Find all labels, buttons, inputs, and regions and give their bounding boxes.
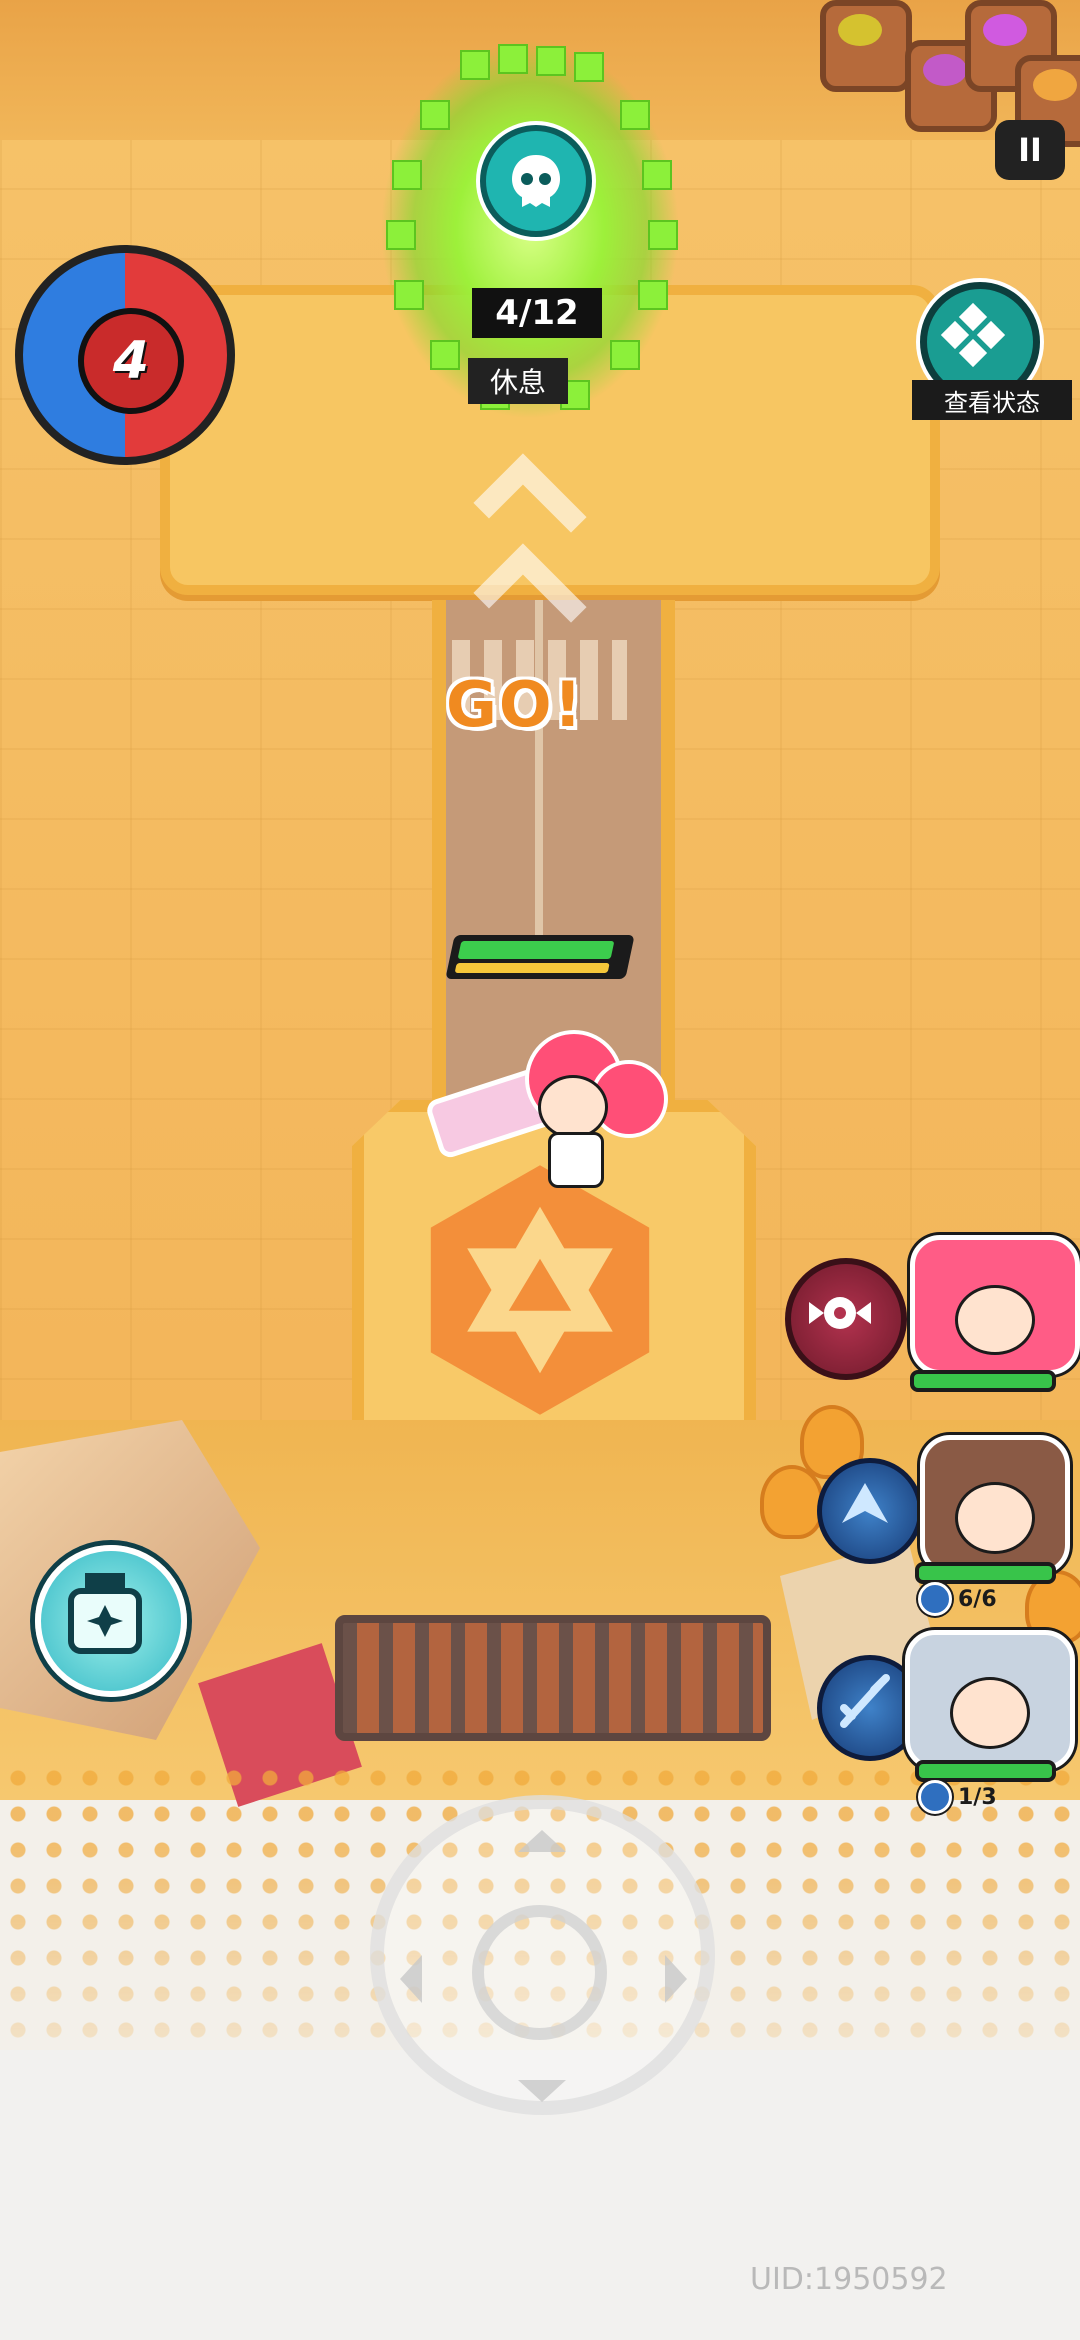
party-member-1-avatar[interactable] bbox=[910, 1235, 1080, 1375]
joystick-down-arrow bbox=[518, 2080, 566, 2102]
player-health-bar bbox=[445, 935, 635, 979]
portal-block bbox=[460, 50, 490, 80]
view-status-label[interactable]: 查看状态 bbox=[912, 380, 1072, 420]
charges-text: 1/3 bbox=[958, 1784, 997, 1810]
wave-number: 4 bbox=[78, 308, 184, 414]
portal-block bbox=[648, 220, 678, 250]
pause-button[interactable]: II bbox=[995, 120, 1065, 180]
character-face bbox=[950, 1677, 1030, 1749]
robot-item-icon[interactable] bbox=[35, 1545, 187, 1697]
wave-indicator: 4 bbox=[15, 245, 235, 465]
joystick-thumb[interactable] bbox=[472, 1905, 607, 2040]
party-member-3-avatar[interactable] bbox=[905, 1630, 1075, 1770]
joystick-left-arrow bbox=[400, 1955, 422, 2003]
exit-portal[interactable]: 4/12 休息 bbox=[380, 40, 680, 440]
wing-charge-icon bbox=[918, 1780, 952, 1814]
portal-block bbox=[386, 220, 416, 250]
go-prompt: GO! bbox=[446, 668, 584, 741]
character-face bbox=[538, 1075, 608, 1139]
ghost-skull-icon bbox=[480, 125, 592, 237]
party-member-3-charges: 1/3 bbox=[918, 1780, 997, 1814]
diamond-grid-icon bbox=[940, 302, 1006, 368]
portal-block bbox=[536, 46, 566, 76]
portal-block bbox=[642, 160, 672, 190]
pot bbox=[760, 1465, 824, 1539]
portal-block bbox=[498, 44, 528, 74]
party-member-2-avatar[interactable] bbox=[920, 1435, 1070, 1575]
party-member-3-hp bbox=[915, 1760, 1056, 1782]
player-energy-fill bbox=[454, 963, 610, 973]
hexagram-emblem bbox=[430, 1165, 650, 1415]
party-member-1-hp bbox=[910, 1370, 1056, 1392]
wing-charge-icon bbox=[918, 1582, 952, 1616]
character-body bbox=[548, 1132, 604, 1188]
portal-state-label: 休息 bbox=[468, 358, 568, 404]
character-face bbox=[955, 1482, 1035, 1554]
portal-block bbox=[620, 100, 650, 130]
user-id-label: UID:1950592 bbox=[750, 2262, 948, 2297]
party-member-2-charges: 6/6 bbox=[918, 1582, 997, 1616]
portal-block bbox=[610, 340, 640, 370]
portal-block bbox=[574, 52, 604, 82]
character-face bbox=[955, 1285, 1035, 1355]
charges-text: 6/6 bbox=[958, 1586, 997, 1612]
portal-block bbox=[420, 100, 450, 130]
wing-skill-icon[interactable] bbox=[817, 1458, 923, 1564]
candy-skill-icon[interactable] bbox=[785, 1258, 907, 1380]
party-member-2-hp bbox=[915, 1562, 1056, 1584]
portal-progress-counter: 4/12 bbox=[472, 288, 602, 338]
player-hp-fill bbox=[457, 941, 614, 959]
portal-block bbox=[392, 160, 422, 190]
portal-block bbox=[638, 280, 668, 310]
portal-block bbox=[394, 280, 424, 310]
joystick-right-arrow bbox=[665, 1955, 687, 2003]
player-character bbox=[424, 1020, 670, 1190]
portal-block bbox=[430, 340, 460, 370]
barricade-gate bbox=[335, 1615, 771, 1741]
joystick-up-arrow bbox=[518, 1830, 566, 1852]
barrel bbox=[820, 0, 912, 92]
